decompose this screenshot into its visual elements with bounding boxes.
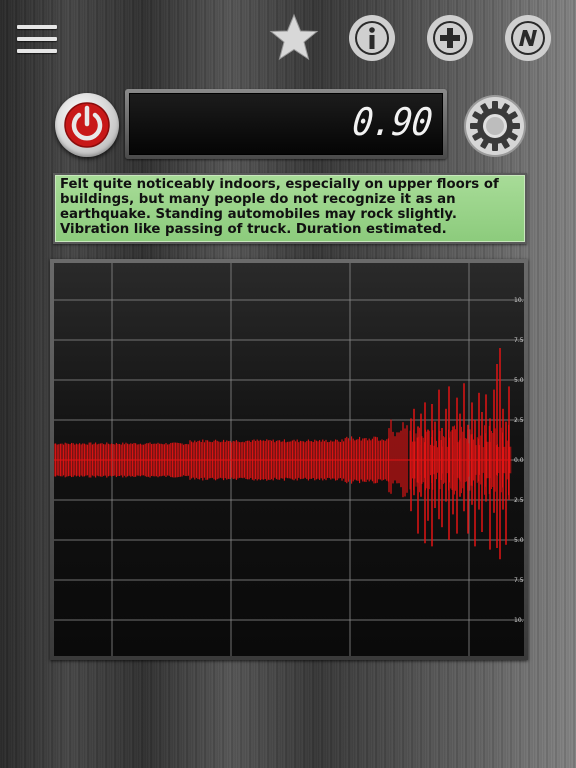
settings-button[interactable]: [462, 93, 528, 159]
intensity-description: Felt quite noticeably indoors, especiall…: [53, 173, 527, 244]
favorite-button[interactable]: [268, 12, 320, 64]
add-button[interactable]: [424, 12, 476, 64]
menu-icon-bar: [17, 49, 57, 53]
brand-n-icon: [505, 15, 551, 61]
y-tick-label: 0.0: [514, 457, 524, 464]
gear-icon: [464, 95, 526, 157]
seismograph: 10.0 7.5 5.0 2.5 0.0 2.5 5.0 7.5 10.0: [54, 263, 524, 656]
y-tick-label: 2.5: [514, 417, 524, 424]
y-tick-label: 2.5: [514, 497, 524, 504]
intensity-description-text: Felt quite noticeably indoors, especiall…: [60, 177, 499, 237]
menu-icon-bar: [17, 25, 57, 29]
app-brand-button[interactable]: [502, 12, 554, 64]
star-icon: [269, 13, 319, 61]
y-tick-label: 7.5: [514, 577, 524, 584]
y-tick-label: 5.0: [514, 537, 524, 544]
plus-icon: [427, 15, 473, 61]
info-icon: [349, 15, 395, 61]
seismograph-plot: 10.0 7.5 5.0 2.5 0.0 2.5 5.0 7.5 10.0: [54, 263, 524, 656]
y-tick-label: 7.5: [514, 337, 524, 344]
display-screen: 0.90: [129, 93, 443, 155]
y-tick-label: 5.0: [514, 377, 524, 384]
info-button[interactable]: [346, 12, 398, 64]
y-tick-label: 10.0: [514, 297, 524, 304]
magnitude-display: 0.90: [125, 89, 447, 159]
magnitude-value: 0.90: [350, 100, 435, 144]
y-tick-label: 10.0: [514, 617, 524, 624]
power-icon: [64, 102, 110, 148]
menu-icon-bar: [17, 37, 57, 41]
menu-button[interactable]: [17, 25, 57, 53]
power-button[interactable]: [55, 93, 119, 157]
